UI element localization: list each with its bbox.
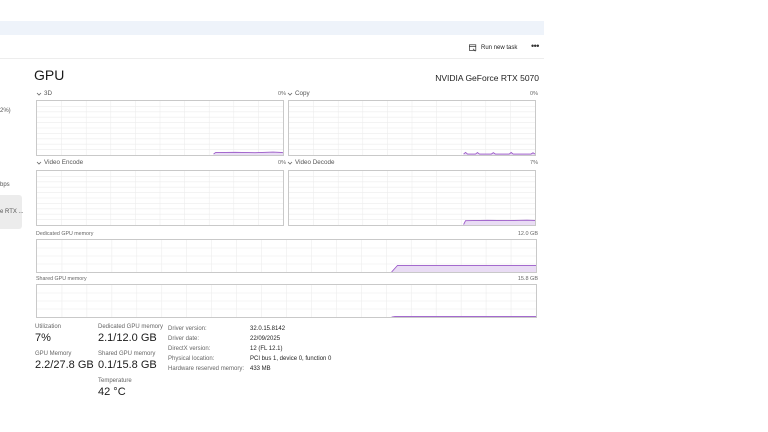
trace-dedicated-memory-fill xyxy=(391,265,536,272)
detail-row: Hardware reserved memory: 433 MB xyxy=(168,364,331,374)
toolbar-divider xyxy=(0,58,544,59)
engine-selector-3d[interactable]: 3D xyxy=(36,90,52,97)
engine-graph-copy xyxy=(288,100,536,156)
shared-memory-stat: Shared GPU memory 0.1/15.8 GB xyxy=(98,351,157,371)
detail-key: Physical location: xyxy=(168,356,215,362)
stat-value: 2.1/12.0 GB xyxy=(98,332,157,344)
detail-value: 32.0.15.8142 xyxy=(250,326,286,332)
shared-memory-graph xyxy=(36,284,537,318)
run-new-task-button[interactable]: Run new task xyxy=(469,42,517,54)
shared-memory-graph-label: Shared GPU memory xyxy=(36,276,87,282)
engine-graph-video-decode xyxy=(288,170,536,226)
gpu-details: Driver version: 32.0.15.8142 Driver date… xyxy=(168,324,331,374)
temperature-stat: Temperature 42 °C xyxy=(98,378,132,398)
stat-label: Utilization xyxy=(35,324,62,330)
engine-percent: 0% xyxy=(278,160,286,166)
page-title: GPU xyxy=(34,67,65,83)
detail-value: PCI bus 1, device 0, function 0 xyxy=(250,356,332,362)
task-manager-window: Run new task ••• 2%) bps e RTX ... GPU N… xyxy=(0,0,544,432)
engine-label: Copy xyxy=(295,90,310,97)
dedicated-memory-graph-max: 12.0 GB xyxy=(517,231,538,237)
more-options-button[interactable]: ••• xyxy=(531,41,543,53)
stat-label: Temperature xyxy=(98,378,132,384)
stat-label: GPU Memory xyxy=(35,351,72,357)
stat-value: 2.2/27.8 GB xyxy=(35,359,94,371)
detail-key: Hardware reserved memory: xyxy=(168,366,245,372)
chevron-down-icon xyxy=(287,92,293,96)
detail-value: 433 MB xyxy=(250,366,271,372)
engine-selector-video-decode[interactable]: Video Decode xyxy=(287,159,334,166)
engine-selector-copy[interactable]: Copy xyxy=(287,90,310,97)
engine-graph-video-encode xyxy=(36,170,284,226)
dedicated-memory-graph xyxy=(36,239,537,273)
engine-percent: 0% xyxy=(278,91,286,97)
detail-key: DirectX version: xyxy=(168,346,211,352)
engine-label: 3D xyxy=(44,90,53,97)
engine-label: Video Decode xyxy=(295,159,335,166)
sidebar-item-fragment[interactable]: bps xyxy=(0,182,10,188)
stat-label: Dedicated GPU memory xyxy=(98,324,164,330)
run-new-task-label: Run new task xyxy=(481,45,518,51)
dedicated-memory-stat: Dedicated GPU memory 2.1/12.0 GB xyxy=(98,324,163,344)
title-bar-strip xyxy=(0,21,544,35)
detail-value: 12 (FL 12.1) xyxy=(250,346,283,352)
stat-value: 42 °C xyxy=(98,386,126,398)
detail-value: 22/09/2025 xyxy=(250,336,281,342)
stat-label: Shared GPU memory xyxy=(98,351,156,357)
detail-row: Physical location: PCI bus 1, device 0, … xyxy=(168,354,331,364)
detail-row: Driver date: 22/09/2025 xyxy=(168,334,331,344)
shared-memory-graph-max: 15.8 GB xyxy=(517,276,538,282)
sidebar-item-fragment[interactable]: e RTX ... xyxy=(0,209,24,215)
detail-row: DirectX version: 12 (FL 12.1) xyxy=(168,344,331,354)
detail-key: Driver date: xyxy=(168,336,200,342)
engine-percent: 0% xyxy=(530,91,538,97)
gpu-model-name: NVIDIA GeForce RTX 5070 xyxy=(435,73,539,83)
engine-graph-3d xyxy=(36,100,284,156)
dedicated-memory-graph-label: Dedicated GPU memory xyxy=(36,231,94,237)
detail-row: Driver version: 32.0.15.8142 xyxy=(168,324,331,334)
engine-percent: 7% xyxy=(530,160,538,166)
engine-selector-video-encode[interactable]: Video Encode xyxy=(36,159,83,166)
detail-key: Driver version: xyxy=(168,326,207,332)
chevron-down-icon xyxy=(287,161,293,165)
gpu-memory-stat: GPU Memory 2.2/27.8 GB xyxy=(35,351,94,371)
chevron-down-icon xyxy=(36,92,42,96)
engine-label: Video Encode xyxy=(44,159,84,166)
run-task-icon xyxy=(469,44,477,52)
stat-value: 7% xyxy=(35,332,51,344)
trace-copy-line xyxy=(463,151,535,155)
chevron-down-icon xyxy=(36,161,42,165)
utilization-stat: Utilization 7% xyxy=(35,324,61,344)
sidebar-item-fragment[interactable]: 2%) xyxy=(0,108,11,114)
stat-value: 0.1/15.8 GB xyxy=(98,359,157,371)
